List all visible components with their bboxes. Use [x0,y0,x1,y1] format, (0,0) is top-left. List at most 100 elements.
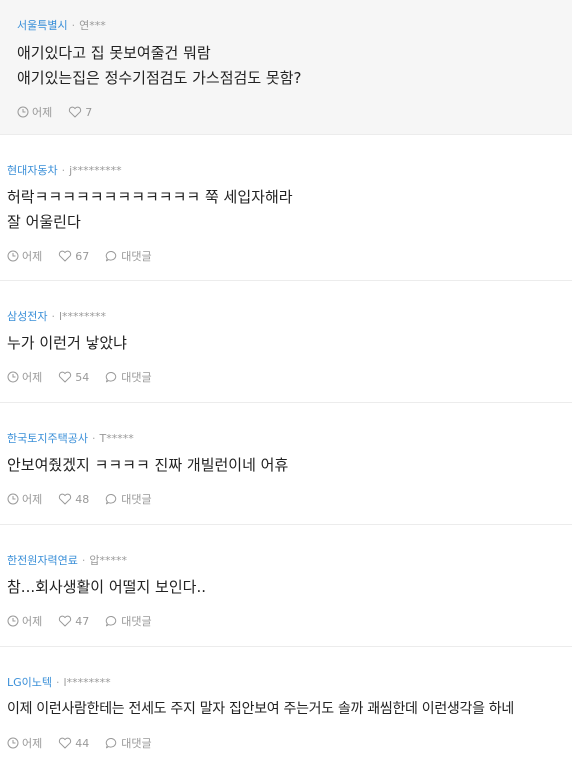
speech-bubble-icon [106,250,117,262]
like-count: 67 [75,249,90,263]
comment-line: 잘 어울린다 [7,213,81,231]
comment-actions: 어제 44 대댓글 [7,735,572,751]
clock-icon [17,106,29,118]
company-name[interactable]: 삼성전자 [7,308,47,324]
heart-icon [69,106,82,118]
heart-icon [59,493,72,505]
time-label: 어제 [32,106,53,119]
reply-button[interactable]: 대댓글 [105,613,152,629]
like-button[interactable]: 47 [58,615,89,628]
comment-body: 참...회사생활이 어떨지 보인다.. [7,575,572,600]
heart-icon [59,371,72,383]
comment-meta: 한국토지주택공사 · T***** [7,430,572,446]
company-name[interactable]: 서울특별시 [17,17,68,33]
time-stamp: 어제 [7,248,42,264]
time-label: 어제 [22,737,43,750]
reply-label: 대댓글 [121,371,152,384]
company-name[interactable]: 현대자동차 [7,162,58,178]
comment-line: 참...회사생활이 어떨지 보인다.. [7,578,206,596]
comment-actions: 어제 67 대댓글 [7,248,572,264]
comment-body: 누가 이런거 낳았냐 [7,331,572,356]
comment-body: 허락ㅋㅋㅋㅋㅋㅋㅋㅋㅋㅋㅋㅋ 쭉 세입자해라 잘 어울린다 [7,185,572,235]
comment-body: 안보여줬겠지 ㅋㅋㅋㅋ 진짜 개빌런이네 어휴 [7,453,572,478]
clock-icon [7,615,19,627]
time-label: 어제 [22,615,43,628]
heart-icon [59,615,72,627]
reply-button[interactable]: 대댓글 [105,491,152,507]
comment-line: 애기있는집은 정수기점검도 가스점검도 못함? [17,69,302,87]
comment-line: 허락ㅋㅋㅋㅋㅋㅋㅋㅋㅋㅋㅋㅋ 쭉 세입자해라 [7,188,293,206]
reply-label: 대댓글 [121,615,152,628]
user-name: j********* [69,163,122,177]
comment-item: 한국토지주택공사 · T***** 안보여줬겠지 ㅋㅋㅋㅋ 진짜 개빌런이네 어… [0,403,572,525]
time-label: 어제 [22,493,43,506]
comment-meta: 현대자동차 · j********* [7,162,572,178]
comment-actions: 어제 47 대댓글 [7,613,572,629]
time-stamp: 어제 [7,735,42,751]
comment-item: LG이노텍 · l******** 이제 이런사람한테는 전세도 주지 말자 집… [0,647,572,767]
reply-label: 대댓글 [121,493,152,506]
comment-item: 한전원자력연료 · 압***** 참...회사생활이 어떨지 보인다.. 어제 … [0,525,572,647]
like-count: 44 [75,736,90,750]
time-stamp: 어제 [7,369,42,385]
comment-line: 애기있다고 집 못보여줄건 뭐람 [17,44,211,62]
like-count: 48 [75,492,90,506]
reply-label: 대댓글 [121,250,152,263]
speech-bubble-icon [106,371,117,383]
clock-icon [7,250,19,262]
company-name[interactable]: 한국토지주택공사 [7,430,88,446]
clock-icon [7,371,19,383]
meta-separator: · [81,553,86,567]
meta-separator: · [56,675,60,689]
like-button[interactable]: 67 [58,250,89,263]
like-button[interactable]: 54 [58,371,89,384]
comment-body: 애기있다고 집 못보여줄건 뭐람 애기있는집은 정수기점검도 가스점검도 못함? [17,41,572,91]
like-button[interactable]: 44 [58,737,89,750]
time-stamp: 어제 [7,491,42,507]
speech-bubble-icon [106,493,117,505]
meta-separator: · [71,18,76,32]
heart-icon [59,737,72,749]
speech-bubble-icon [106,615,117,627]
user-name: T***** [99,431,134,445]
comment-actions: 어제 7 [17,104,572,120]
comment-actions: 어제 54 대댓글 [7,369,572,385]
user-name: 연*** [79,19,106,32]
comment-item: 현대자동차 · j********* 허락ㅋㅋㅋㅋㅋㅋㅋㅋㅋㅋㅋㅋ 쭉 세입자해… [0,135,572,281]
time-label: 어제 [22,371,43,384]
reply-button[interactable]: 대댓글 [105,369,152,385]
speech-bubble-icon [106,737,117,749]
comment-meta: 서울특별시 · 연*** [17,17,572,33]
meta-separator: · [91,431,96,445]
meta-separator: · [51,309,55,323]
reply-button[interactable]: 대댓글 [105,735,152,751]
time-label: 어제 [22,250,43,263]
clock-icon [7,493,19,505]
comment-meta: 한전원자력연료 · 압***** [7,552,572,568]
reply-button[interactable]: 대댓글 [105,248,152,264]
heart-icon [59,250,72,262]
time-stamp: 어제 [7,613,42,629]
comment-meta: 삼성전자 · l******** [7,308,572,324]
user-name: 압***** [89,554,127,567]
company-name[interactable]: 한전원자력연료 [7,552,78,568]
clock-icon [7,737,19,749]
time-stamp: 어제 [17,104,52,120]
like-button[interactable]: 48 [58,493,89,506]
like-count: 47 [75,614,90,628]
user-name: l******** [63,675,111,689]
comment-body: 이제 이런사람한테는 전세도 주지 말자 집안보여 주는거도 솔까 괘씸한데 이… [7,697,572,722]
user-name: l******** [58,309,107,323]
reply-label: 대댓글 [121,737,152,750]
like-count: 54 [75,370,90,384]
company-name[interactable]: LG이노텍 [7,674,52,690]
comment-actions: 어제 48 대댓글 [7,491,572,507]
meta-separator: · [61,163,66,177]
like-count: 7 [85,105,93,119]
reply-comment: 서울특별시 · 연*** 애기있다고 집 못보여줄건 뭐람 애기있는집은 정수기… [0,0,572,135]
like-button[interactable]: 7 [68,106,92,119]
comment-meta: LG이노텍 · l******** [7,674,572,690]
comment-item: 삼성전자 · l******** 누가 이런거 낳았냐 어제 54 대댓글 [0,281,572,403]
comment-line: 이제 이런사람한테는 전세도 주지 말자 집안보여 주는거도 솔까 괘씸한데 이… [7,701,514,717]
comment-line: 안보여줬겠지 ㅋㅋㅋㅋ 진짜 개빌런이네 어휴 [7,456,289,474]
